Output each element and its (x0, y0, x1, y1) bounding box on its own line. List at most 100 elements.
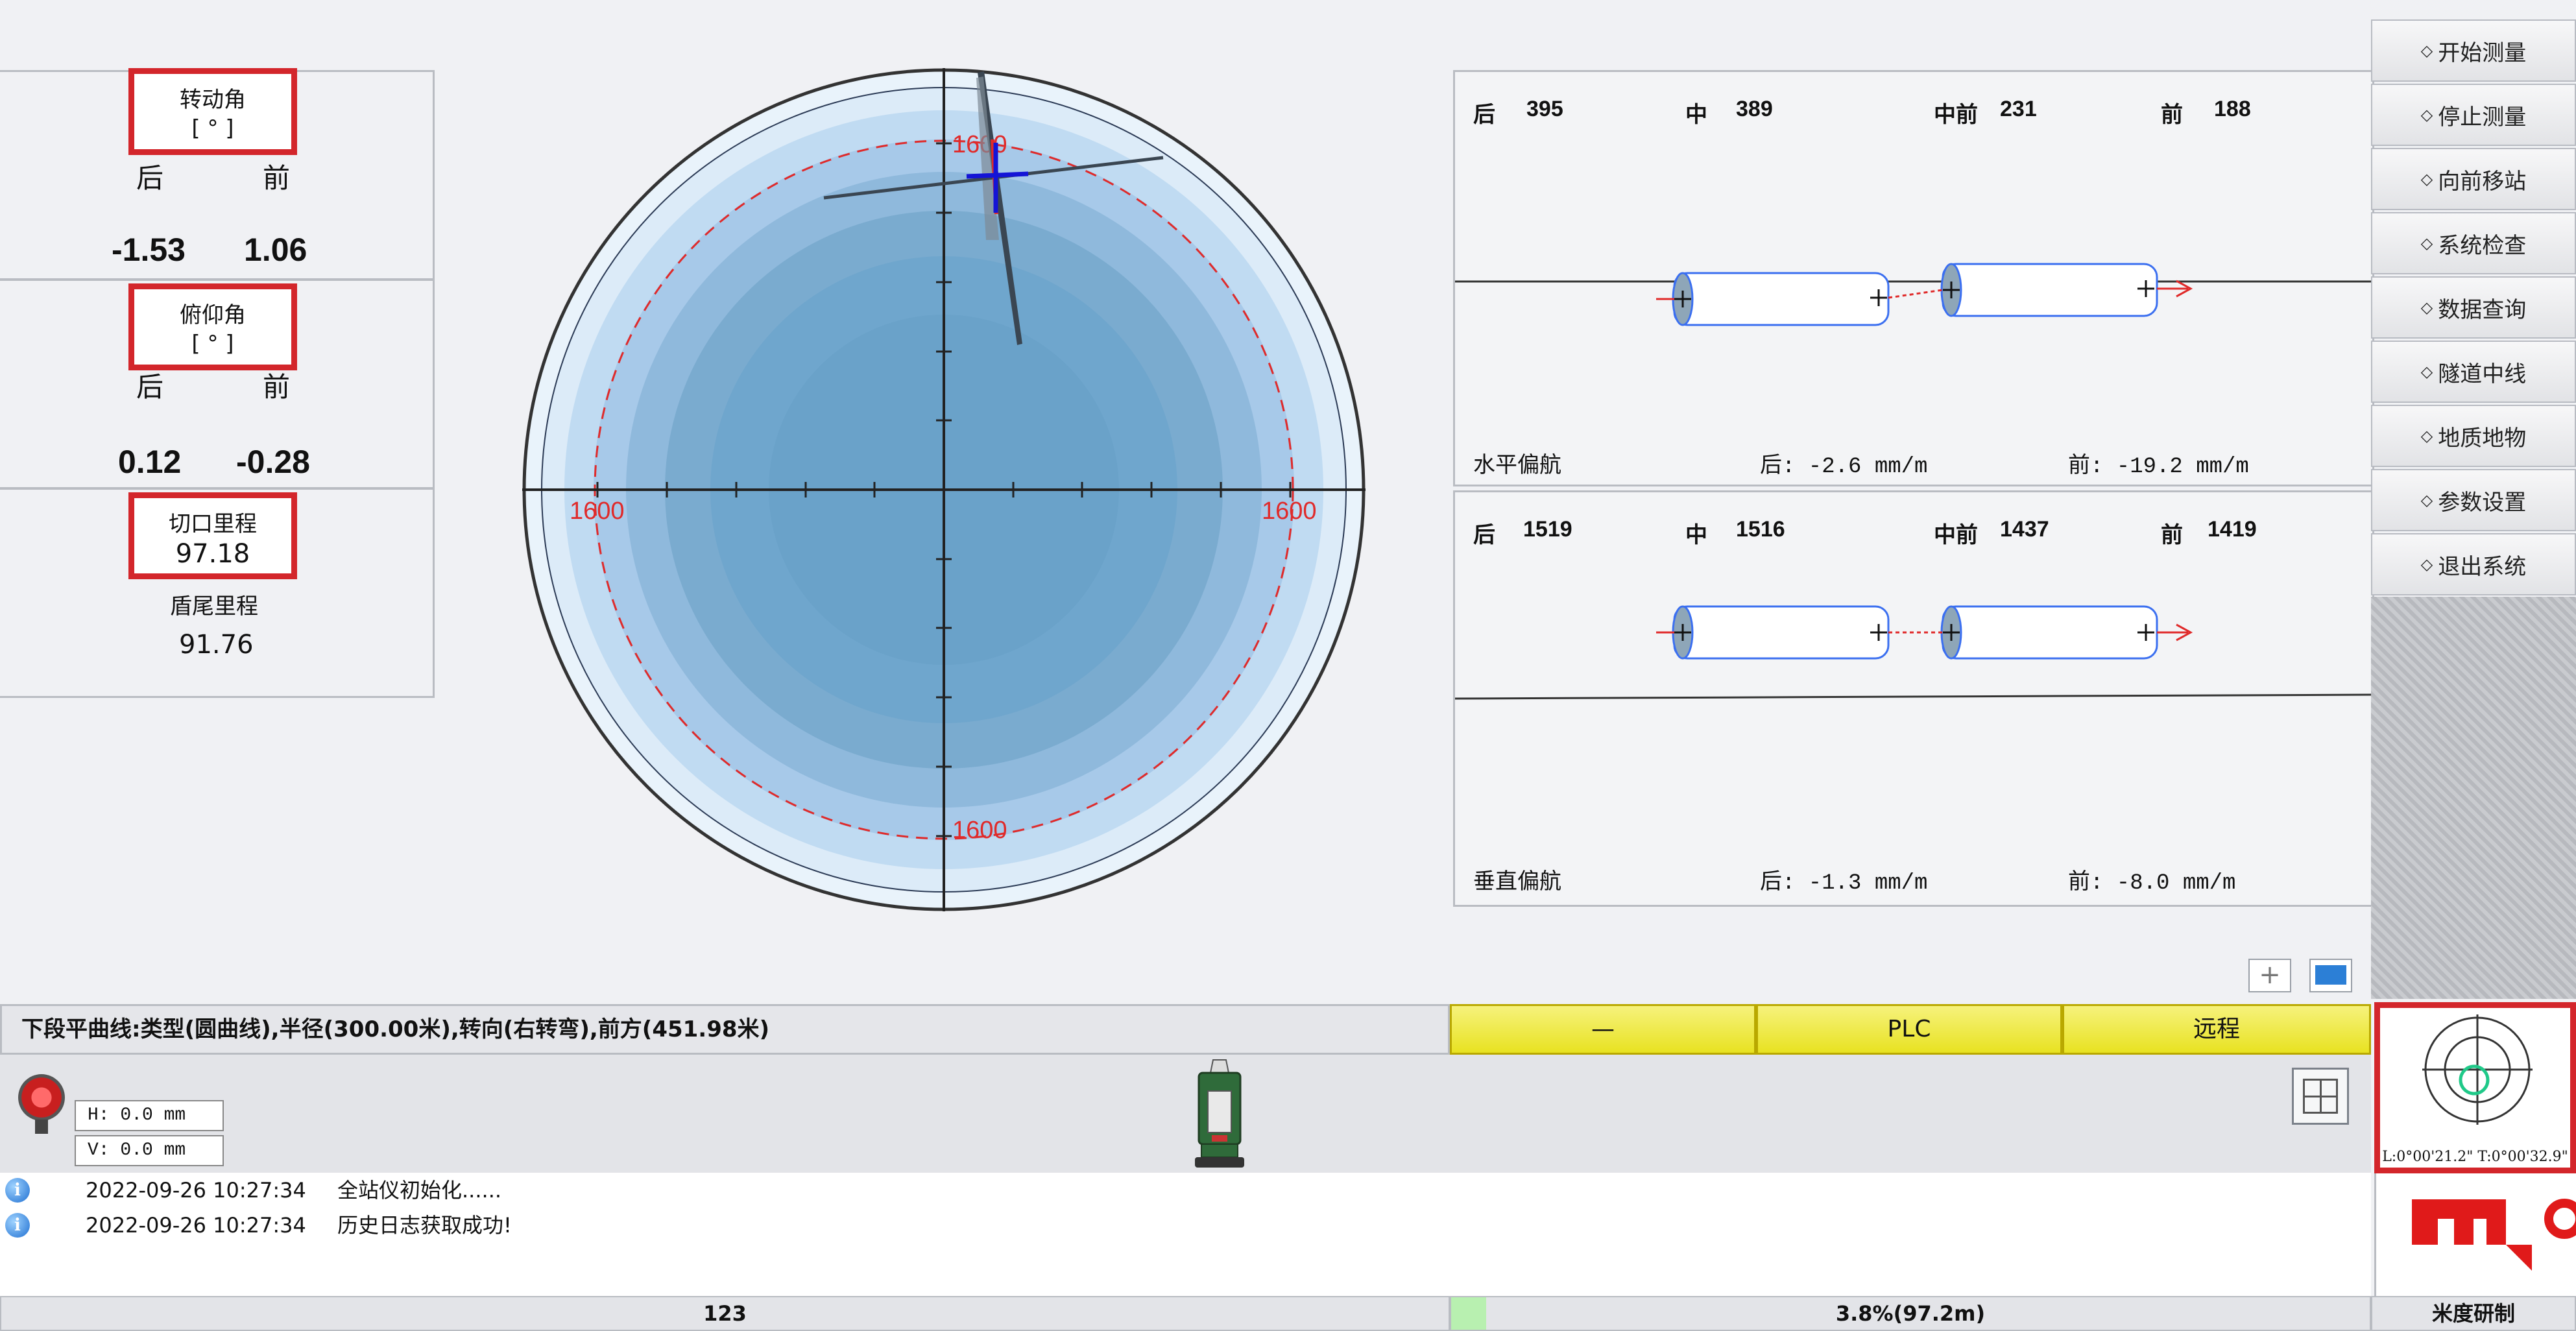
curve-info-bar: 下段平曲线:类型(圆曲线),半径(300.00米),转向(右转弯),前方(451… (0, 1004, 1450, 1055)
progress-fill (1451, 1297, 1486, 1330)
menu-label: 隧道中线 (2438, 361, 2527, 387)
shield-cross-horizontal (966, 171, 1029, 179)
exit-system-button[interactable]: ◇ 退出系统 (2371, 533, 2576, 595)
total-station-icon (1195, 1059, 1244, 1168)
dial-label-bottom: 1600 (952, 817, 1007, 844)
dial-label-right: 1600 (1262, 498, 1317, 525)
info-icon: i (5, 1213, 30, 1238)
h-offset-field: H: 0.0 mm (75, 1100, 224, 1131)
menu-filler (2371, 597, 2576, 999)
rotation-back-label: 后 (136, 162, 164, 194)
tail-mileage-title: 盾尾里程 (170, 594, 258, 619)
stop-measure-button[interactable]: ◇ 停止测量 (2371, 84, 2576, 146)
vertical-yaw-panel: 后 1519 中 1516 中前 1437 前 1419 垂直偏航 后: -1.… (1453, 490, 2376, 907)
vertical-yaw-back: 后: -1.3 mm/m (1760, 871, 1928, 896)
pitch-back-label: 后 (136, 371, 164, 403)
menu-label: 向前移站 (2438, 168, 2527, 195)
geology-button[interactable]: ◇ 地质地物 (2371, 405, 2576, 467)
info-icon: i (5, 1178, 30, 1203)
tail-mileage-value: 91.76 (179, 630, 254, 660)
vertical-shield-graph (1455, 605, 2376, 700)
side-menu: ◇ 开始测量 ◇ 停止测量 ◇ 向前移站 ◇ 系统检查 ◇ 数据查询 ◇ 隧道中线 ◇ 地质地… (2371, 19, 2576, 597)
start-measure-button[interactable]: ◇ 开始测量 (2371, 19, 2576, 82)
parameter-settings-button[interactable]: ◇ 参数设置 (2371, 469, 2576, 531)
menu-label: 数据查询 (2438, 296, 2527, 323)
dial-label-top: 1600 (952, 131, 1007, 158)
pitch-front-label: 前 (263, 371, 291, 403)
pitch-panel: 俯仰角 [ ° ] 后 前 0.12 -0.28 (0, 279, 435, 489)
prism-stand-icon (35, 1120, 48, 1134)
instrument-toolbar: H: 0.0 mm V: 0.0 mm (0, 1055, 2371, 1175)
diamond-icon: ◇ (2420, 491, 2433, 509)
log-message: 历史日志获取成功! (337, 1213, 512, 1238)
rotation-label-box: 转动角 [ ° ] (128, 68, 297, 155)
layout-grid-button[interactable] (2292, 1068, 2349, 1125)
status-button-remote[interactable]: 远程 (2062, 1004, 2371, 1055)
zoom-plus-button[interactable]: + (2248, 959, 2291, 992)
log-time: 2022-09-26 10:27:34 (86, 1178, 306, 1203)
menu-label: 系统检查 (2438, 232, 2527, 259)
cutter-mileage-title: 切口里程 (169, 511, 257, 537)
progress-bar: 3.8%(97.2m) (1450, 1296, 2371, 1331)
menu-label: 地质地物 (2438, 425, 2527, 451)
log-panel: i 2022-09-26 10:27:34 全站仪初始化...... i 202… (0, 1173, 2371, 1296)
target-crosshair-icon (2422, 1014, 2533, 1125)
tunnel-centerline-button[interactable]: ◇ 隧道中线 (2371, 341, 2576, 403)
status-left: 123 (0, 1296, 1450, 1331)
horizontal-yaw-front: 前: -19.2 mm/m (2068, 455, 2249, 479)
system-check-button[interactable]: ◇ 系统检查 (2371, 212, 2576, 274)
rotation-panel: 转动角 [ ° ] 后 前 -1.53 1.06 (0, 68, 435, 280)
status-button-dash[interactable]: — (1450, 1004, 1756, 1055)
status-right: 米度研制 (2371, 1296, 2576, 1331)
menu-label: 退出系统 (2438, 553, 2527, 580)
cutter-mileage-box: 切口里程 97.18 (128, 492, 297, 579)
pitch-title: 俯仰角 (180, 302, 246, 328)
diamond-icon: ◇ (2420, 427, 2433, 445)
pitch-front-value: -0.28 (236, 444, 310, 480)
diamond-icon: ◇ (2420, 298, 2433, 317)
rotation-title: 转动角 (180, 87, 246, 113)
menu-label: 参数设置 (2438, 489, 2527, 516)
horizontal-yaw-back: 后: -2.6 mm/m (1760, 455, 1928, 479)
data-query-button[interactable]: ◇ 数据查询 (2371, 276, 2576, 339)
horizontal-yaw-title: 水平偏航 (1473, 452, 1561, 478)
prism-icon (18, 1074, 65, 1121)
progress-text: 3.8%(97.2m) (1835, 1301, 1986, 1326)
pitch-back-value: 0.12 (118, 444, 182, 480)
move-station-button[interactable]: ◇ 向前移站 (2371, 148, 2576, 210)
log-entry: i 2022-09-26 10:27:34 全站仪初始化...... (0, 1173, 778, 1208)
diamond-icon: ◇ (2420, 363, 2433, 381)
dial-label-left: 1600 (570, 498, 625, 525)
rotation-front-value: 1.06 (244, 232, 307, 268)
menu-label: 停止测量 (2438, 104, 2527, 130)
diamond-icon: ◇ (2420, 555, 2433, 573)
horizontal-shield-graph (1455, 263, 2376, 326)
angle-readout: L:0°00'21.2" T:0°00'32.9" (2382, 1149, 2568, 1165)
grid-icon (2303, 1079, 2338, 1114)
log-message: 全站仪初始化...... (337, 1178, 502, 1203)
vertical-yaw-title: 垂直偏航 (1473, 869, 1561, 894)
diamond-icon: ◇ (2420, 42, 2433, 60)
rotation-unit: [ ° ] (191, 115, 234, 141)
rotation-back-value: -1.53 (112, 232, 186, 268)
vertical-yaw-front: 前: -8.0 mm/m (2068, 871, 2236, 896)
pitch-unit: [ ° ] (191, 331, 234, 357)
diamond-icon: ◇ (2420, 234, 2433, 252)
horizontal-yaw-panel: 后 395 中 389 中前 231 前 188 水平偏航 后: -2.6 mm… (1453, 70, 2376, 486)
status-button-plc[interactable]: PLC (1756, 1004, 2062, 1055)
company-logo (2374, 1173, 2576, 1296)
v-offset-field: V: 0.0 mm (75, 1135, 224, 1166)
display-toggle-button[interactable] (2309, 959, 2352, 992)
target-panel: L:0°00'21.2" T:0°00'32.9" (2374, 1002, 2576, 1173)
attitude-dial: 1600 1600 1600 1600 (522, 68, 1366, 911)
monitor-icon (2315, 965, 2346, 985)
rotation-front-label: 前 (263, 162, 291, 194)
mileage-panel: 切口里程 97.18 盾尾里程 91.76 (0, 488, 435, 698)
diamond-icon: ◇ (2420, 106, 2433, 124)
menu-label: 开始测量 (2438, 40, 2527, 66)
log-entry: i 2022-09-26 10:27:34 历史日志获取成功! (0, 1208, 778, 1243)
diamond-icon: ◇ (2420, 170, 2433, 188)
log-time: 2022-09-26 10:27:34 (86, 1213, 306, 1238)
pitch-label-box: 俯仰角 [ ° ] (128, 283, 297, 370)
cutter-mileage-value: 97.18 (175, 539, 250, 569)
